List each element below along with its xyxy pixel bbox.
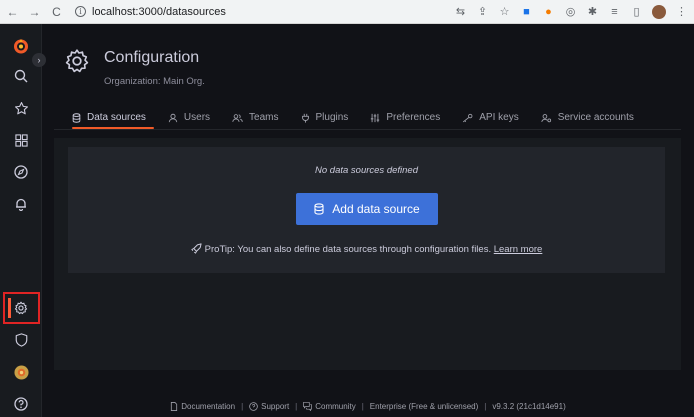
extension-c-icon[interactable]: ● [542, 6, 555, 18]
footer-separator: | [484, 402, 487, 411]
database-icon [72, 112, 81, 123]
empty-list-card: No data sources defined Add data source … [68, 147, 665, 273]
starred-icon[interactable] [0, 96, 42, 120]
page-title: Configuration [104, 49, 200, 66]
bookmark-star-icon[interactable]: ☆ [498, 5, 511, 18]
footer-support-label: Support [261, 402, 290, 411]
empty-state-title: No data sources defined [315, 165, 418, 176]
footer-edition[interactable]: Enterprise (Free & unlicensed) [370, 402, 479, 411]
dashboards-icon[interactable] [0, 128, 42, 152]
tab-label: Preferences [386, 112, 441, 123]
search-icon[interactable] [0, 64, 42, 88]
tab-label: Plugins [315, 112, 349, 123]
sliders-icon [371, 113, 380, 122]
plug-icon [301, 113, 309, 123]
extension-circle-icon[interactable]: ◎ [564, 5, 577, 18]
back-button[interactable]: ← [6, 5, 19, 19]
browser-toolbar: ← → C i localhost:3000/datasources ⇆ ⇪ ☆… [0, 0, 694, 24]
learn-more-link[interactable]: Learn more [494, 244, 543, 255]
footer-community-label: Community [315, 402, 356, 411]
explore-compass-icon[interactable] [0, 160, 42, 184]
footer-documentation-link[interactable]: Documentation [170, 402, 235, 411]
reading-list-icon[interactable]: ≡ [608, 6, 621, 18]
protip-text: ProTip: You can also define data sources… [204, 244, 492, 255]
footer-version: v9.3.2 (21c1d14e91) [492, 402, 566, 411]
address-bar[interactable]: i localhost:3000/datasources [75, 6, 226, 18]
main-content: Configuration Organization: Main Org. Da… [42, 24, 694, 417]
tabs-divider [54, 129, 681, 130]
footer-community-link[interactable]: Community [303, 402, 356, 411]
url-text: localhost:3000/datasources [92, 5, 226, 18]
page-subtitle: Organization: Main Org. [104, 76, 205, 87]
server-admin-shield-icon[interactable] [0, 328, 42, 352]
extensions-puzzle-icon[interactable]: ✱ [586, 5, 599, 18]
rocket-icon [190, 243, 202, 254]
protip: ProTip: You can also define data sources… [68, 243, 665, 255]
extension-translate-icon[interactable]: ■ [520, 6, 533, 18]
footer-separator: | [361, 402, 364, 411]
profile-avatar[interactable] [652, 4, 666, 19]
translate-icon[interactable]: ⇆ [454, 5, 467, 18]
side-panel-icon[interactable]: ▯ [630, 5, 643, 18]
expand-menu-button[interactable]: › [32, 53, 46, 67]
user-avatar[interactable] [0, 360, 42, 384]
footer: Documentation | Support | Community | En… [42, 402, 694, 411]
tab-label: Data sources [87, 112, 146, 123]
tab-label: API keys [479, 112, 519, 123]
page-header: Configuration Organization: Main Org. [64, 48, 205, 87]
configuration-highlight-box [3, 292, 40, 324]
info-icon[interactable]: i [75, 6, 86, 17]
tab-label: Teams [249, 112, 279, 123]
key-icon [463, 113, 473, 122]
alerting-bell-icon[interactable] [0, 192, 42, 216]
tab-label: Users [183, 112, 211, 123]
footer-separator: | [241, 402, 244, 411]
database-icon [314, 203, 324, 215]
share-icon[interactable]: ⇪ [476, 5, 489, 18]
help-icon[interactable] [0, 392, 42, 416]
footer-separator: | [295, 402, 298, 411]
reload-button[interactable]: C [50, 5, 63, 19]
tab-label: Service accounts [557, 112, 634, 123]
browser-menu-icon[interactable]: ⋮ [675, 5, 688, 18]
forward-button[interactable]: → [28, 5, 41, 19]
document-icon [171, 402, 178, 411]
add-data-source-label: Add data source [332, 202, 420, 216]
question-circle-icon [249, 402, 258, 411]
active-indicator [8, 298, 11, 318]
side-menu [0, 24, 42, 417]
user-icon [168, 113, 178, 122]
user-cog-icon [541, 113, 551, 122]
add-data-source-button[interactable]: Add data source [296, 193, 438, 225]
users-icon [232, 113, 243, 122]
footer-support-link[interactable]: Support [249, 402, 289, 411]
footer-documentation-label: Documentation [181, 402, 236, 411]
comments-icon [303, 402, 313, 411]
configuration-header-gear-icon [65, 49, 89, 73]
